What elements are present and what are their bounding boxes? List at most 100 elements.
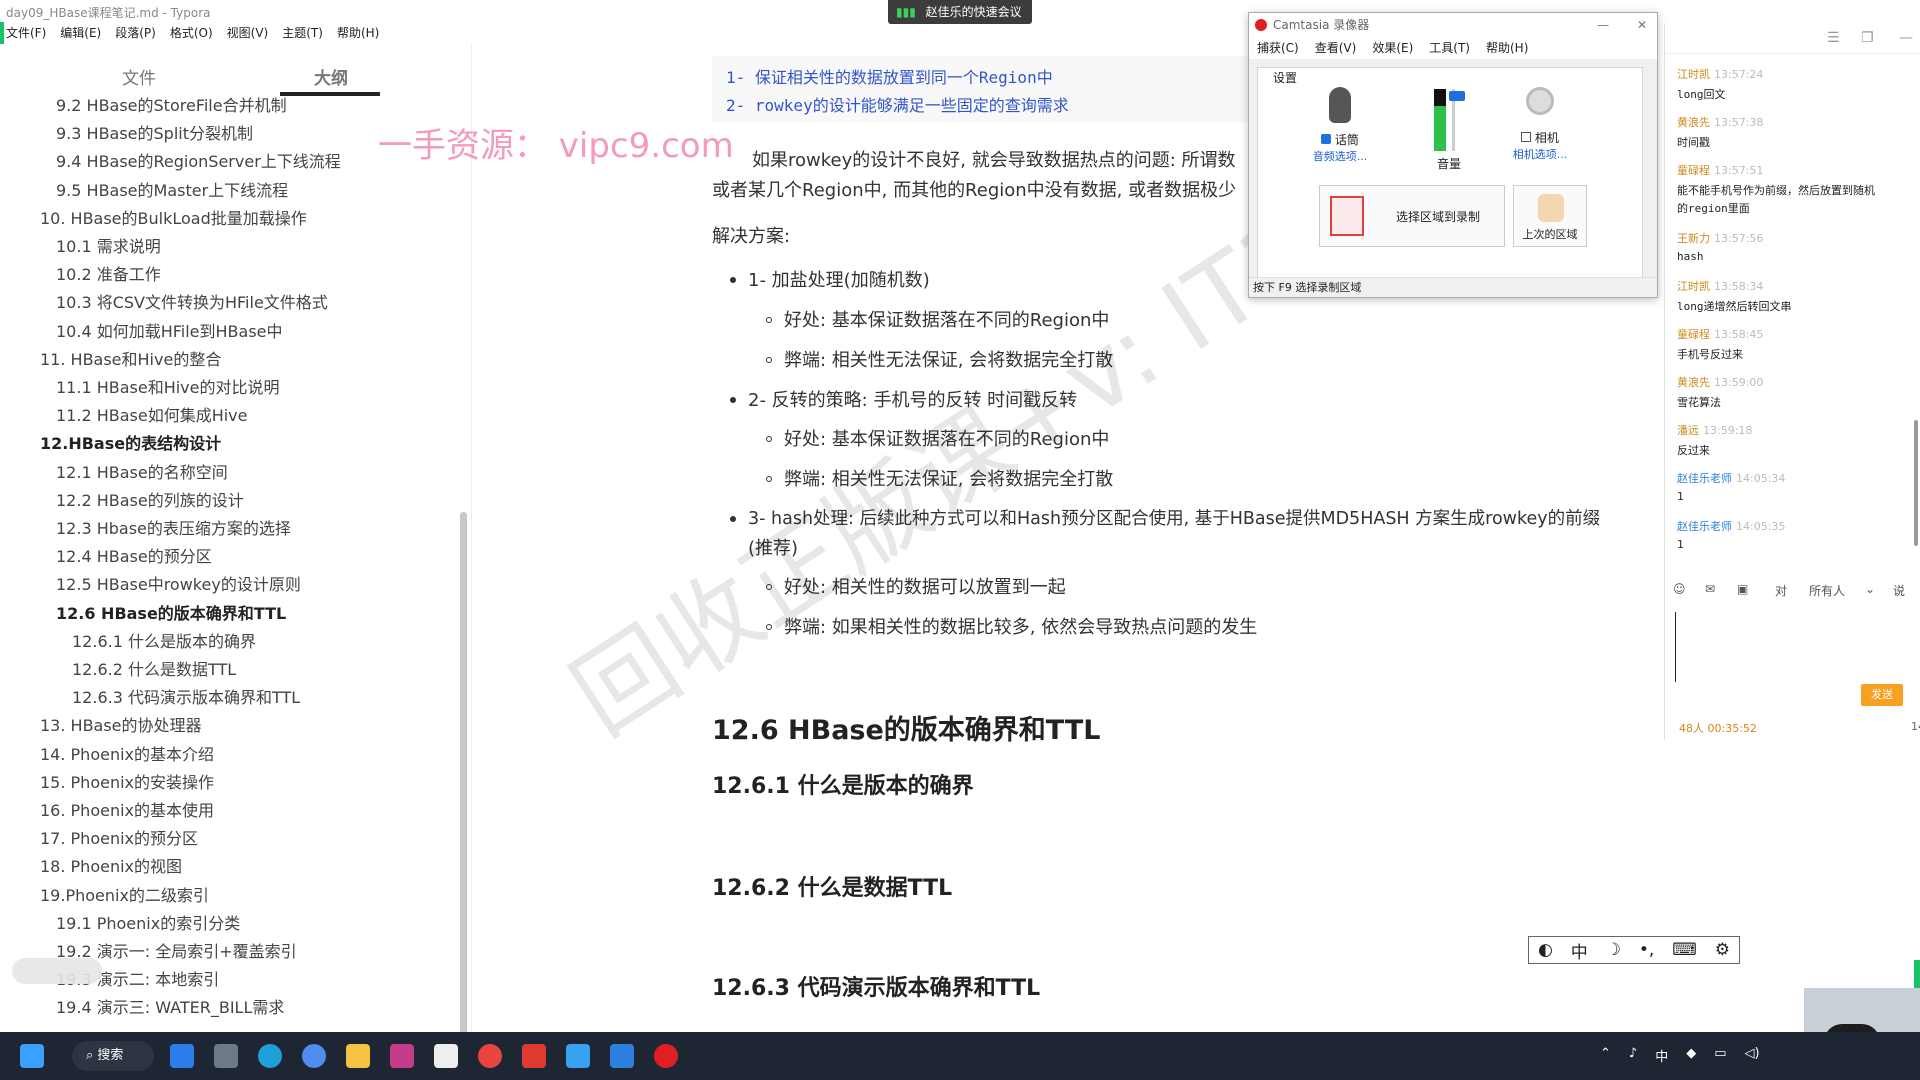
ime-logo-icon[interactable]: ◐	[1538, 940, 1553, 960]
mic-checkbox[interactable]	[1321, 134, 1332, 144]
minimize-icon[interactable]: —	[1899, 30, 1913, 46]
chat-sender[interactable]: 赵佳乐老师 14:05:35	[1677, 518, 1785, 534]
outline-item[interactable]: 10.4 如何加载HFile到HBase中	[56, 318, 283, 342]
gear-icon[interactable]: ⚙	[1715, 940, 1730, 960]
cam-menu-tools[interactable]: 工具(T)	[1429, 37, 1470, 59]
minimize-icon[interactable]: —	[1597, 18, 1609, 32]
chevron-down-icon[interactable]: ⌄	[1865, 582, 1875, 596]
chat-sender[interactable]: 黄浪先 13:57:38	[1677, 114, 1763, 130]
microphone-icon[interactable]	[1329, 87, 1351, 123]
security-icon[interactable]: ◆	[1686, 1046, 1696, 1065]
audio-options-link[interactable]: 音频选项...	[1301, 148, 1379, 164]
image-icon[interactable]: ▣	[1737, 582, 1748, 596]
taskbar-search[interactable]: ⌕ 搜索	[72, 1041, 154, 1071]
outline-item[interactable]: 12.HBase的表结构设计	[40, 430, 221, 454]
chrome-icon[interactable]	[478, 1044, 502, 1068]
outline-item[interactable]: 11.1 HBase和Hive的对比说明	[56, 374, 280, 398]
menu-file[interactable]: 文件(F)	[6, 24, 46, 44]
menu-edit[interactable]: 编辑(E)	[60, 24, 101, 44]
chat-sender[interactable]: 赵佳乐老师 14:05:34	[1677, 470, 1785, 486]
outline-item[interactable]: 9.4 HBase的RegionServer上下线流程	[56, 148, 341, 172]
cam-menu-capture[interactable]: 捕获(C)	[1257, 37, 1299, 59]
outline-item[interactable]: 19.Phoenix的二级索引	[40, 882, 209, 906]
comment-icon[interactable]: ✉	[1705, 582, 1715, 596]
outline-item[interactable]: 9.5 HBase的Master上下线流程	[56, 177, 288, 201]
typora-icon[interactable]	[434, 1044, 458, 1068]
outline-item[interactable]: 11. HBase和Hive的整合	[40, 346, 221, 370]
outline-item[interactable]: 9.2 HBase的StoreFile合并机制	[56, 92, 287, 116]
outline-item[interactable]: 14. Phoenix的基本介绍	[40, 741, 214, 765]
tab-files[interactable]: 文件	[122, 64, 156, 89]
popout-icon[interactable]: ❐	[1861, 30, 1874, 46]
close-icon[interactable]: ✕	[1637, 18, 1647, 32]
emoji-icon[interactable]: ☺	[1673, 582, 1686, 596]
chevron-up-icon[interactable]: ⌃	[1600, 1046, 1611, 1065]
select-region-button[interactable]: 选择区域到录制	[1319, 185, 1505, 247]
webcam-icon[interactable]	[1526, 87, 1554, 115]
chat-sender[interactable]: 童碌程 13:58:45	[1677, 326, 1763, 342]
outline-item[interactable]: 12.6.3 代码演示版本确界和TTL	[72, 684, 300, 708]
ime-mode[interactable]: 中	[1571, 938, 1588, 963]
camtasia-taskbar-icon[interactable]	[654, 1044, 678, 1068]
wps-icon[interactable]	[522, 1044, 546, 1068]
outline-item[interactable]: 12.6 HBase的版本确界和TTL	[56, 600, 286, 624]
outline-item[interactable]: 10. HBase的BulkLoad批量加载操作	[40, 205, 307, 229]
edge-browser-icon[interactable]	[258, 1044, 282, 1068]
tray-ime[interactable]: 中	[1655, 1046, 1668, 1065]
tab-outline[interactable]: 大纲	[314, 64, 348, 89]
chat-sender[interactable]: 江时凯 13:57:24	[1677, 66, 1763, 82]
calculator-icon[interactable]	[214, 1044, 238, 1068]
microphone-tray-icon[interactable]: ♪	[1629, 1046, 1637, 1065]
camera-checkbox[interactable]	[1521, 132, 1532, 142]
menu-view[interactable]: 视图(V)	[227, 24, 269, 44]
menu-icon[interactable]: ☰	[1827, 30, 1840, 46]
camera-options-link[interactable]: 相机选项...	[1501, 146, 1579, 162]
menu-paragraph[interactable]: 段落(P)	[115, 24, 156, 44]
outline-item[interactable]: 12.3 Hbase的表压缩方案的选择	[56, 515, 291, 539]
outline-item[interactable]: 12.1 HBase的名称空间	[56, 459, 228, 483]
chat-input[interactable]	[1675, 612, 1911, 682]
app-icon[interactable]	[302, 1044, 326, 1068]
chat-sender[interactable]: 潘远 13:59:18	[1677, 422, 1752, 438]
cam-menu-view[interactable]: 查看(V)	[1315, 37, 1357, 59]
meeting-app-icon[interactable]	[566, 1044, 590, 1068]
camtasia-recorder-window[interactable]: Camtasia 录像器 — ✕ 捕获(C) 查看(V) 效果(E) 工具(T)…	[1248, 12, 1658, 298]
outline-item[interactable]: 18. Phoenix的视图	[40, 853, 182, 877]
outline-item[interactable]: 10.1 需求说明	[56, 233, 161, 257]
outline-item[interactable]: 10.2 准备工作	[56, 261, 161, 285]
last-region-button[interactable]: 上次的区域	[1513, 185, 1587, 247]
outline-item[interactable]: 12.6.2 什么是数据TTL	[72, 656, 236, 680]
chat-sender[interactable]: 江时凯 13:58:34	[1677, 278, 1763, 294]
meeting-indicator[interactable]: ▮▮▮ 赵佳乐的快速会议	[888, 0, 1032, 24]
chat-sender[interactable]: 王新力 13:57:56	[1677, 230, 1763, 246]
punctuation-icon[interactable]: •,	[1639, 940, 1654, 960]
intellij-icon[interactable]	[390, 1044, 414, 1068]
floating-widget[interactable]	[12, 958, 102, 984]
taskview-icon[interactable]	[170, 1044, 194, 1068]
outline-item[interactable]: 9.3 HBase的Split分裂机制	[56, 120, 253, 144]
recipient-select[interactable]: 所有人	[1809, 582, 1845, 599]
send-button[interactable]: 发送	[1861, 684, 1903, 706]
chat-sender[interactable]: 童碌程 13:57:51	[1677, 162, 1763, 178]
outline-item[interactable]: 19.4 演示三: WATER_BILL需求	[56, 994, 284, 1018]
outline-item[interactable]: 12.4 HBase的预分区	[56, 543, 212, 567]
keyboard-icon[interactable]: ⌨	[1672, 940, 1697, 960]
outline-item[interactable]: 16. Phoenix的基本使用	[40, 797, 214, 821]
menu-theme[interactable]: 主题(T)	[282, 24, 323, 44]
outline-item[interactable]: 12.2 HBase的列族的设计	[56, 487, 244, 511]
sidebar-scrollbar[interactable]	[460, 512, 467, 1072]
outline-item[interactable]: 11.2 HBase如何集成Hive	[56, 402, 248, 426]
cam-menu-effects[interactable]: 效果(E)	[1372, 37, 1413, 59]
cam-menu-help[interactable]: 帮助(H)	[1486, 37, 1528, 59]
outline-item[interactable]: 10.3 将CSV文件转换为HFile文件格式	[56, 289, 328, 313]
outline-item[interactable]: 13. HBase的协处理器	[40, 712, 202, 736]
volume-icon[interactable]: ◁)	[1745, 1046, 1760, 1065]
chat-scrollbar[interactable]	[1914, 420, 1918, 546]
outline-item[interactable]: 15. Phoenix的安装操作	[40, 769, 214, 793]
network-icon[interactable]: ▭	[1714, 1046, 1726, 1065]
outline-item[interactable]: 12.6.1 什么是版本的确界	[72, 628, 256, 652]
outline-item[interactable]: 19.1 Phoenix的索引分类	[56, 910, 240, 934]
file-explorer-icon[interactable]	[346, 1044, 370, 1068]
menu-help[interactable]: 帮助(H)	[337, 24, 379, 44]
outline-item[interactable]: 12.5 HBase中rowkey的设计原则	[56, 571, 301, 595]
